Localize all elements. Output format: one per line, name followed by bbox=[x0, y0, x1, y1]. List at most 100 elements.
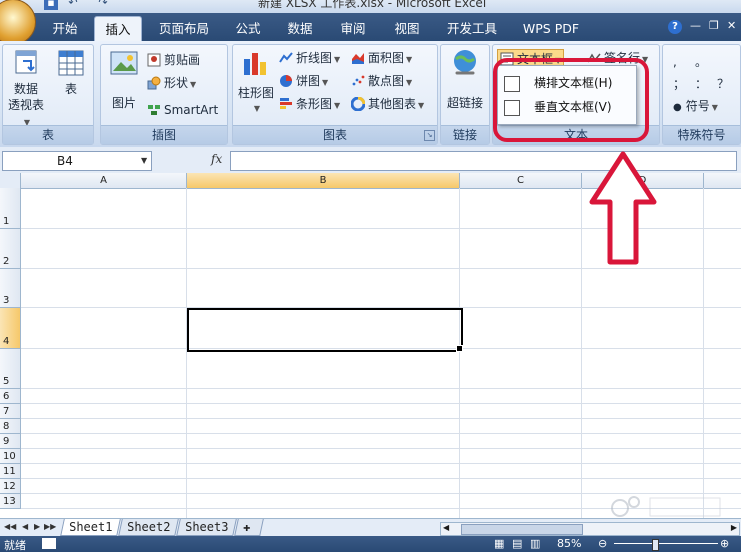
row-header-8[interactable]: 8 bbox=[0, 419, 21, 434]
row-header-12[interactable]: 12 bbox=[0, 479, 21, 494]
zoom-level[interactable]: 85% bbox=[557, 537, 581, 550]
first-sheet-icon[interactable]: ◀◀ bbox=[4, 522, 16, 531]
shapes-button[interactable]: 形状 ▼ bbox=[147, 74, 196, 92]
group-tables: 数据 透视表▼ 表 表 bbox=[2, 44, 94, 145]
menu-vertical-textbox[interactable]: 垂直文本框(V) bbox=[500, 96, 634, 118]
scroll-right-icon[interactable]: ▶ bbox=[731, 523, 737, 532]
signature-icon bbox=[587, 53, 601, 63]
macro-record-icon[interactable] bbox=[42, 538, 56, 549]
smartart-button[interactable]: SmartArt bbox=[147, 101, 218, 119]
row-header-7[interactable]: 7 bbox=[0, 404, 21, 419]
bar-chart-button[interactable]: 条形图 ▼ bbox=[279, 95, 340, 113]
group-links: 超链接 链接 bbox=[440, 44, 490, 145]
tab-review[interactable]: 审阅 bbox=[330, 18, 376, 40]
restore-icon[interactable]: ❐ bbox=[709, 19, 719, 32]
formula-input[interactable] bbox=[230, 151, 737, 171]
page-layout-view-icon[interactable]: ▤ bbox=[512, 537, 522, 550]
fill-handle[interactable] bbox=[456, 345, 463, 352]
row-header-11[interactable]: 11 bbox=[0, 464, 21, 479]
symbol-semicolon[interactable]: ； bbox=[673, 75, 685, 93]
insert-sheet-button[interactable]: ✚ bbox=[234, 519, 264, 536]
column-header-a[interactable]: A bbox=[21, 173, 187, 189]
pivot-table-button[interactable]: 数据 透视表▼ bbox=[5, 49, 47, 131]
sheet-tab-1[interactable]: Sheet1 bbox=[60, 519, 122, 536]
next-sheet-icon[interactable]: ▶ bbox=[34, 522, 40, 531]
area-chart-button[interactable]: 面积图 ▼ bbox=[351, 49, 412, 67]
row-header-3[interactable]: 3 bbox=[0, 269, 21, 308]
tab-data[interactable]: 数据 bbox=[278, 18, 322, 40]
tab-page-layout[interactable]: 页面布局 bbox=[152, 18, 216, 40]
column-chart-dropdown-icon: ▼ bbox=[253, 104, 261, 113]
undo-icon[interactable]: ↶ bbox=[66, 0, 80, 10]
help-icon[interactable]: ? bbox=[668, 20, 682, 34]
group-label-illustrations: 插图 bbox=[101, 125, 227, 144]
symbol-comma[interactable]: , bbox=[673, 53, 677, 71]
sheet-tab-3[interactable]: Sheet3 bbox=[176, 519, 238, 536]
symbol-button[interactable]: ● 符号 ▼ bbox=[673, 97, 718, 115]
table-button[interactable]: 表 bbox=[51, 49, 91, 97]
redo-icon[interactable]: ↷ bbox=[96, 0, 110, 10]
row-header-13[interactable]: 13 bbox=[0, 494, 21, 509]
zoom-out-icon[interactable]: ⊖ bbox=[598, 537, 607, 550]
horizontal-scrollbar[interactable]: ◀ ▶ bbox=[440, 522, 740, 536]
insert-function-icon[interactable]: fx bbox=[211, 152, 222, 166]
scrollbar-thumb[interactable] bbox=[461, 524, 583, 535]
other-charts-button[interactable]: 其他图表 ▼ bbox=[351, 95, 424, 113]
charts-dialog-launcher-icon[interactable]: ↘ bbox=[424, 130, 435, 141]
row-header-5[interactable]: 5 bbox=[0, 349, 21, 389]
row-header-9[interactable]: 9 bbox=[0, 434, 21, 449]
row-header-2[interactable]: 2 bbox=[0, 229, 21, 269]
page-break-view-icon[interactable]: ▥ bbox=[530, 537, 540, 550]
tab-wps-pdf[interactable]: WPS PDF bbox=[516, 18, 586, 40]
sheet-tab-2[interactable]: Sheet2 bbox=[118, 519, 180, 536]
tab-home[interactable]: 开始 bbox=[43, 18, 87, 40]
row-header-6[interactable]: 6 bbox=[0, 389, 21, 404]
scatter-chart-button[interactable]: 散点图 ▼ bbox=[351, 72, 412, 90]
select-all-corner[interactable] bbox=[0, 173, 21, 189]
scroll-left-icon[interactable]: ◀ bbox=[443, 523, 449, 532]
name-box[interactable]: B4 ▼ bbox=[2, 151, 152, 171]
picture-button[interactable]: 图片 bbox=[105, 49, 143, 111]
clipart-button[interactable]: 剪贴画 bbox=[147, 51, 200, 69]
selected-cell-b4[interactable] bbox=[187, 308, 463, 352]
symbol-colon[interactable]: ： bbox=[695, 75, 707, 93]
group-label-links: 链接 bbox=[441, 125, 489, 144]
line-chart-button[interactable]: 折线图 ▼ bbox=[279, 49, 340, 67]
last-sheet-icon[interactable]: ▶▶ bbox=[44, 522, 56, 531]
tab-formulas[interactable]: 公式 bbox=[226, 18, 270, 40]
row-header-1[interactable]: 1 bbox=[0, 188, 21, 229]
pie-chart-button[interactable]: 饼图 ▼ bbox=[279, 72, 328, 90]
office-button[interactable] bbox=[0, 0, 36, 45]
zoom-in-icon[interactable]: ⊕ bbox=[720, 537, 729, 550]
group-label-text: 文本 bbox=[493, 125, 659, 144]
column-header-e[interactable] bbox=[704, 173, 741, 189]
minimize-icon[interactable]: — bbox=[690, 19, 701, 32]
symbol-period[interactable]: 。 bbox=[695, 53, 707, 71]
column-header-b[interactable]: B bbox=[187, 173, 460, 189]
save-icon[interactable]: ▪ bbox=[44, 0, 58, 10]
bar-chart-label: 条形图 bbox=[296, 97, 333, 111]
column-header-c[interactable]: C bbox=[460, 173, 582, 189]
column-chart-button[interactable]: 柱形图 ▼ bbox=[235, 49, 277, 117]
textbox-label: 文本框 bbox=[517, 52, 554, 66]
zoom-slider[interactable] bbox=[614, 543, 718, 544]
gridline bbox=[21, 403, 741, 404]
tab-view[interactable]: 视图 bbox=[384, 18, 430, 40]
menu-horizontal-textbox[interactable]: 横排文本框(H) bbox=[500, 72, 634, 94]
close-icon[interactable]: ✕ bbox=[727, 19, 736, 32]
hyperlink-button[interactable]: 超链接 bbox=[443, 49, 487, 111]
tab-insert[interactable]: 插入 bbox=[94, 16, 142, 42]
picture-label: 图片 bbox=[111, 96, 136, 110]
prev-sheet-icon[interactable]: ◀ bbox=[22, 522, 28, 531]
normal-view-icon[interactable]: ▦ bbox=[494, 537, 504, 550]
annotation-up-arrow-icon bbox=[589, 151, 657, 265]
name-box-dropdown-icon[interactable]: ▼ bbox=[141, 152, 147, 170]
tab-developer[interactable]: 开发工具 bbox=[440, 18, 504, 40]
gridline bbox=[21, 463, 741, 464]
symbol-question[interactable]: ？ bbox=[717, 75, 729, 93]
gridline bbox=[703, 188, 704, 518]
row-header-10[interactable]: 10 bbox=[0, 449, 21, 464]
zoom-slider-thumb[interactable] bbox=[652, 539, 659, 551]
gridline bbox=[21, 478, 741, 479]
row-header-4[interactable]: 4 bbox=[0, 308, 21, 349]
